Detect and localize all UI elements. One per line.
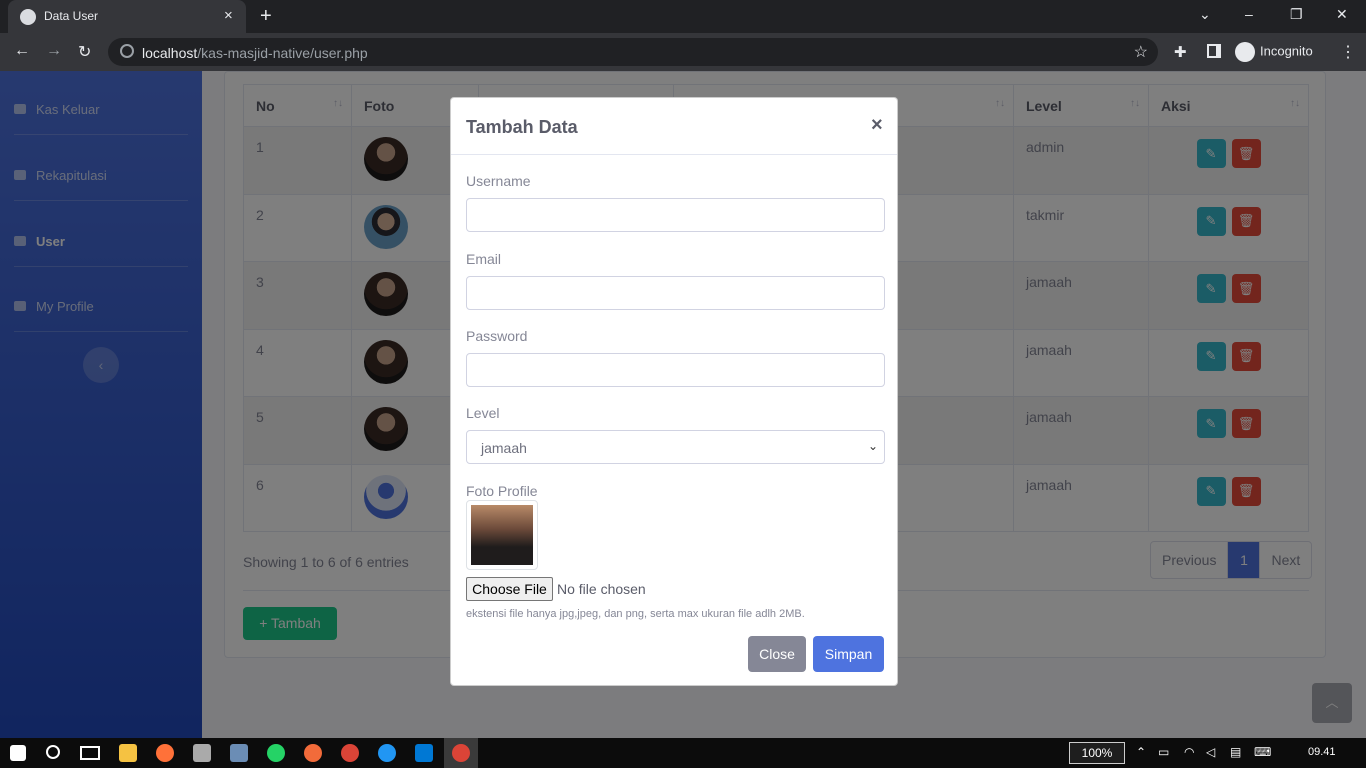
forward-icon[interactable]: → [46,42,62,60]
whatsapp-icon[interactable] [267,744,285,762]
volume-icon[interactable]: ◁ [1206,745,1215,759]
url-host: localhost [142,45,198,61]
add-user-modal: Tambah Data × Username Email Password Le… [450,97,898,686]
modal-header-divider [451,154,897,155]
chrome-icon [452,744,470,762]
edge-icon[interactable] [378,744,396,762]
foto-label: Foto Profile [466,483,538,499]
photo-preview-image [471,505,533,565]
globe-icon [20,9,36,25]
app-icon[interactable] [230,744,248,762]
chevron-up-icon[interactable]: ⌃ [1136,745,1146,759]
chrome-incognito-active[interactable] [444,738,478,768]
save-button[interactable]: Simpan [813,636,884,672]
level-select[interactable]: jamaah ⌄ [466,430,885,464]
tab-search-icon[interactable]: ⌄ [1199,6,1211,23]
file-status: No file chosen [557,581,646,597]
file-hint: ekstensi file hanya jpg,jpeg, dan png, s… [466,608,805,620]
chrome-icon[interactable] [341,744,359,762]
email-input[interactable] [466,276,885,310]
zoom-indicator[interactable]: 100% [1069,742,1125,764]
browser-menu-icon[interactable]: ⋮ [1340,42,1356,62]
page-content: Kas Keluar Rekapitulasi User My Profile … [0,71,1366,738]
chevron-down-icon: ⌄ [867,439,878,453]
restore-button[interactable]: ❐ [1290,6,1303,23]
close-button[interactable]: Close [748,636,806,672]
back-icon[interactable]: ← [14,42,30,60]
password-label: Password [466,328,528,344]
info-icon[interactable] [120,44,134,58]
minimize-button[interactable]: – [1245,6,1253,22]
battery-icon[interactable]: ▭ [1158,745,1169,759]
new-tab-button[interactable]: + [260,5,272,28]
address-bar[interactable]: localhost/kas-masjid-native/user.php ☆ [108,38,1158,66]
modal-close-icon[interactable]: × [871,114,883,137]
url-path: /kas-masjid-native/user.php [197,45,368,61]
email-label: Email [466,251,502,267]
incognito-badge[interactable]: Incognito [1235,42,1313,62]
password-input[interactable] [466,353,885,387]
side-panel-icon[interactable] [1207,44,1221,58]
bookmark-star-icon[interactable]: ☆ [1134,42,1148,62]
notification-icon[interactable]: ▤ [1230,745,1241,759]
username-label: Username [466,173,531,189]
tab-title: Data User [44,9,99,23]
wifi-icon[interactable]: ◠ [1184,745,1194,759]
clock: 09.41 [1308,746,1336,758]
firefox-icon[interactable] [156,744,174,762]
level-label: Level [466,405,500,421]
search-icon[interactable] [46,745,60,759]
file-explorer-icon[interactable] [119,744,137,762]
vscode-icon[interactable] [415,744,433,762]
extensions-icon[interactable]: ✚ [1174,43,1187,61]
photo-preview [466,500,538,570]
incognito-icon [1235,42,1255,62]
task-view-icon[interactable] [80,746,100,760]
window-close-button[interactable]: ✕ [1336,6,1348,23]
modal-title: Tambah Data [466,117,578,137]
url-text: localhost/kas-masjid-native/user.php [142,45,368,61]
choose-file-button[interactable]: Choose File [466,577,553,601]
start-icon[interactable] [10,745,26,761]
reload-icon[interactable]: ↻ [78,42,91,62]
incognito-label: Incognito [1260,43,1313,59]
keyboard-icon[interactable]: ⌨ [1254,745,1271,759]
app-icon[interactable] [304,744,322,762]
browser-tab-bar: Data User × + ⌄ – ❐ ✕ [0,0,1366,33]
app-icon[interactable] [193,744,211,762]
level-selected-value: jamaah [481,440,527,456]
tab-close-icon[interactable]: × [224,7,233,24]
browser-tab[interactable]: Data User × [8,0,246,33]
username-input[interactable] [466,198,885,232]
